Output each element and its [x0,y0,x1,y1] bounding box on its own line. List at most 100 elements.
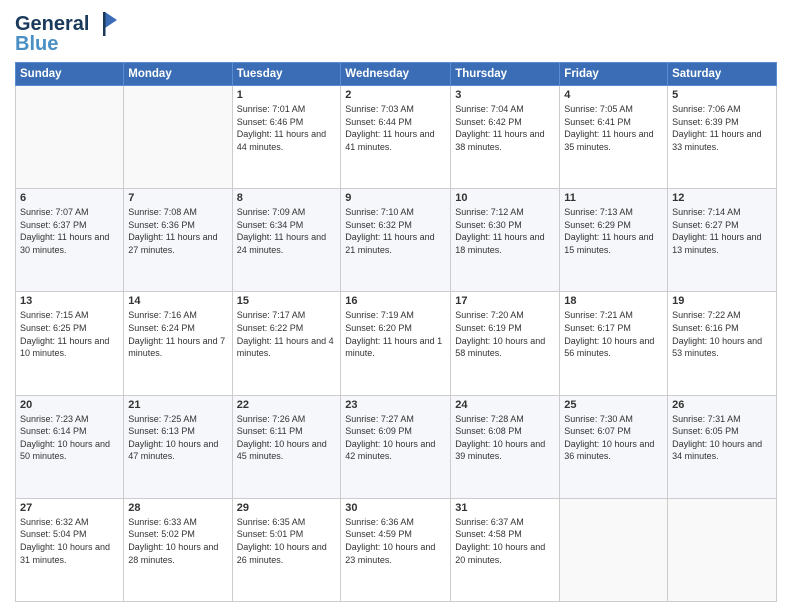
day-number: 11 [564,192,663,204]
calendar-cell: 4 Sunrise: 7:05 AM Sunset: 6:41 PM Daylig… [560,86,668,189]
calendar-cell: 19 Sunrise: 7:22 AM Sunset: 6:16 PM Dayli… [668,292,777,395]
cell-content: Sunrise: 7:28 AM Sunset: 6:08 PM Dayligh… [455,413,555,463]
calendar-cell [560,498,668,601]
day-number: 8 [237,192,337,204]
cell-content: Sunrise: 7:04 AM Sunset: 6:42 PM Dayligh… [455,103,555,153]
cell-content: Sunrise: 6:33 AM Sunset: 5:02 PM Dayligh… [128,516,227,566]
day-number: 25 [564,399,663,411]
day-number: 28 [128,502,227,514]
cell-content: Sunrise: 7:25 AM Sunset: 6:13 PM Dayligh… [128,413,227,463]
day-number: 20 [20,399,119,411]
weekday-header-tuesday: Tuesday [232,63,341,86]
day-number: 3 [455,89,555,101]
calendar-cell: 12 Sunrise: 7:14 AM Sunset: 6:27 PM Dayli… [668,189,777,292]
cell-content: Sunrise: 7:27 AM Sunset: 6:09 PM Dayligh… [345,413,446,463]
logo-general: General [15,13,89,35]
cell-content: Sunrise: 7:19 AM Sunset: 6:20 PM Dayligh… [345,309,446,359]
calendar-cell: 23 Sunrise: 7:27 AM Sunset: 6:09 PM Dayli… [341,395,451,498]
calendar-cell: 2 Sunrise: 7:03 AM Sunset: 6:44 PM Daylig… [341,86,451,189]
calendar-cell: 11 Sunrise: 7:13 AM Sunset: 6:29 PM Dayli… [560,189,668,292]
day-number: 22 [237,399,337,411]
cell-content: Sunrise: 6:32 AM Sunset: 5:04 PM Dayligh… [20,516,119,566]
header: General Blue [15,10,777,54]
day-number: 19 [672,295,772,307]
calendar-cell: 15 Sunrise: 7:17 AM Sunset: 6:22 PM Dayli… [232,292,341,395]
day-number: 30 [345,502,446,514]
weekday-header-monday: Monday [124,63,232,86]
day-number: 16 [345,295,446,307]
calendar-cell: 26 Sunrise: 7:31 AM Sunset: 6:05 PM Dayli… [668,395,777,498]
calendar-cell: 13Sunrise: 7:15 AM Sunset: 6:25 PM Dayli… [16,292,124,395]
cell-content: Sunrise: 7:12 AM Sunset: 6:30 PM Dayligh… [455,206,555,256]
week-row-3: 13Sunrise: 7:15 AM Sunset: 6:25 PM Dayli… [16,292,777,395]
cell-content: Sunrise: 7:08 AM Sunset: 6:36 PM Dayligh… [128,206,227,256]
day-number: 29 [237,502,337,514]
day-number: 4 [564,89,663,101]
day-number: 18 [564,295,663,307]
calendar-cell: 28 Sunrise: 6:33 AM Sunset: 5:02 PM Dayli… [124,498,232,601]
day-number: 5 [672,89,772,101]
cell-content: Sunrise: 7:03 AM Sunset: 6:44 PM Dayligh… [345,103,446,153]
cell-content: Sunrise: 7:10 AM Sunset: 6:32 PM Dayligh… [345,206,446,256]
cell-content: Sunrise: 7:22 AM Sunset: 6:16 PM Dayligh… [672,309,772,359]
cell-content: Sunrise: 7:05 AM Sunset: 6:41 PM Dayligh… [564,103,663,153]
calendar-cell: 25 Sunrise: 7:30 AM Sunset: 6:07 PM Dayli… [560,395,668,498]
calendar-cell [16,86,124,189]
day-number: 24 [455,399,555,411]
day-number: 15 [237,295,337,307]
cell-content: Sunrise: 7:14 AM Sunset: 6:27 PM Dayligh… [672,206,772,256]
weekday-header-thursday: Thursday [451,63,560,86]
week-row-2: 6Sunrise: 7:07 AM Sunset: 6:37 PM Daylig… [16,189,777,292]
calendar-cell: 22 Sunrise: 7:26 AM Sunset: 6:11 PM Dayli… [232,395,341,498]
weekday-header-saturday: Saturday [668,63,777,86]
weekday-header-row: SundayMondayTuesdayWednesdayThursdayFrid… [16,63,777,86]
cell-content: Sunrise: 7:20 AM Sunset: 6:19 PM Dayligh… [455,309,555,359]
day-number: 27 [20,502,119,514]
week-row-1: 1Sunrise: 7:01 AM Sunset: 6:46 PM Daylig… [16,86,777,189]
calendar-cell [668,498,777,601]
day-number: 1 [237,89,337,101]
cell-content: Sunrise: 6:36 AM Sunset: 4:59 PM Dayligh… [345,516,446,566]
cell-content: Sunrise: 7:15 AM Sunset: 6:25 PM Dayligh… [20,309,119,359]
calendar-cell: 16 Sunrise: 7:19 AM Sunset: 6:20 PM Dayli… [341,292,451,395]
cell-content: Sunrise: 7:09 AM Sunset: 6:34 PM Dayligh… [237,206,337,256]
calendar-cell: 6Sunrise: 7:07 AM Sunset: 6:37 PM Daylig… [16,189,124,292]
calendar-cell: 10Sunrise: 7:12 AM Sunset: 6:30 PM Dayli… [451,189,560,292]
calendar-cell: 24 Sunrise: 7:28 AM Sunset: 6:08 PM Dayli… [451,395,560,498]
day-number: 21 [128,399,227,411]
calendar-cell: 21 Sunrise: 7:25 AM Sunset: 6:13 PM Dayli… [124,395,232,498]
calendar-cell: 30 Sunrise: 6:36 AM Sunset: 4:59 PM Dayli… [341,498,451,601]
day-number: 9 [345,192,446,204]
page: General Blue SundayMondayTuesdayWednesda… [0,0,792,612]
cell-content: Sunrise: 7:26 AM Sunset: 6:11 PM Dayligh… [237,413,337,463]
day-number: 26 [672,399,772,411]
calendar-cell: 27 Sunrise: 6:32 AM Sunset: 5:04 PM Dayli… [16,498,124,601]
cell-content: Sunrise: 7:31 AM Sunset: 6:05 PM Dayligh… [672,413,772,463]
cell-content: Sunrise: 7:13 AM Sunset: 6:29 PM Dayligh… [564,206,663,256]
day-number: 12 [672,192,772,204]
cell-content: Sunrise: 7:30 AM Sunset: 6:07 PM Dayligh… [564,413,663,463]
calendar-cell [124,86,232,189]
weekday-header-wednesday: Wednesday [341,63,451,86]
calendar-cell: 14 Sunrise: 7:16 AM Sunset: 6:24 PM Dayli… [124,292,232,395]
calendar-table: SundayMondayTuesdayWednesdayThursdayFrid… [15,62,777,602]
calendar-cell: 18Sunrise: 7:21 AM Sunset: 6:17 PM Dayli… [560,292,668,395]
calendar-cell: 17Sunrise: 7:20 AM Sunset: 6:19 PM Dayli… [451,292,560,395]
day-number: 2 [345,89,446,101]
calendar-cell: 8 Sunrise: 7:09 AM Sunset: 6:34 PM Daylig… [232,189,341,292]
cell-content: Sunrise: 7:17 AM Sunset: 6:22 PM Dayligh… [237,309,337,359]
cell-content: Sunrise: 7:16 AM Sunset: 6:24 PM Dayligh… [128,309,227,359]
day-number: 31 [455,502,555,514]
calendar-cell: 3 Sunrise: 7:04 AM Sunset: 6:42 PM Daylig… [451,86,560,189]
cell-content: Sunrise: 7:07 AM Sunset: 6:37 PM Dayligh… [20,206,119,256]
logo-flag-icon [91,10,119,38]
calendar-cell: 29 Sunrise: 6:35 AM Sunset: 5:01 PM Dayli… [232,498,341,601]
day-number: 14 [128,295,227,307]
calendar-cell: 5 Sunrise: 7:06 AM Sunset: 6:39 PM Daylig… [668,86,777,189]
day-number: 23 [345,399,446,411]
cell-content: Sunrise: 7:23 AM Sunset: 6:14 PM Dayligh… [20,413,119,463]
cell-content: Sunrise: 6:35 AM Sunset: 5:01 PM Dayligh… [237,516,337,566]
cell-content: Sunrise: 6:37 AM Sunset: 4:58 PM Dayligh… [455,516,555,566]
week-row-5: 27 Sunrise: 6:32 AM Sunset: 5:04 PM Dayli… [16,498,777,601]
cell-content: Sunrise: 7:06 AM Sunset: 6:39 PM Dayligh… [672,103,772,153]
